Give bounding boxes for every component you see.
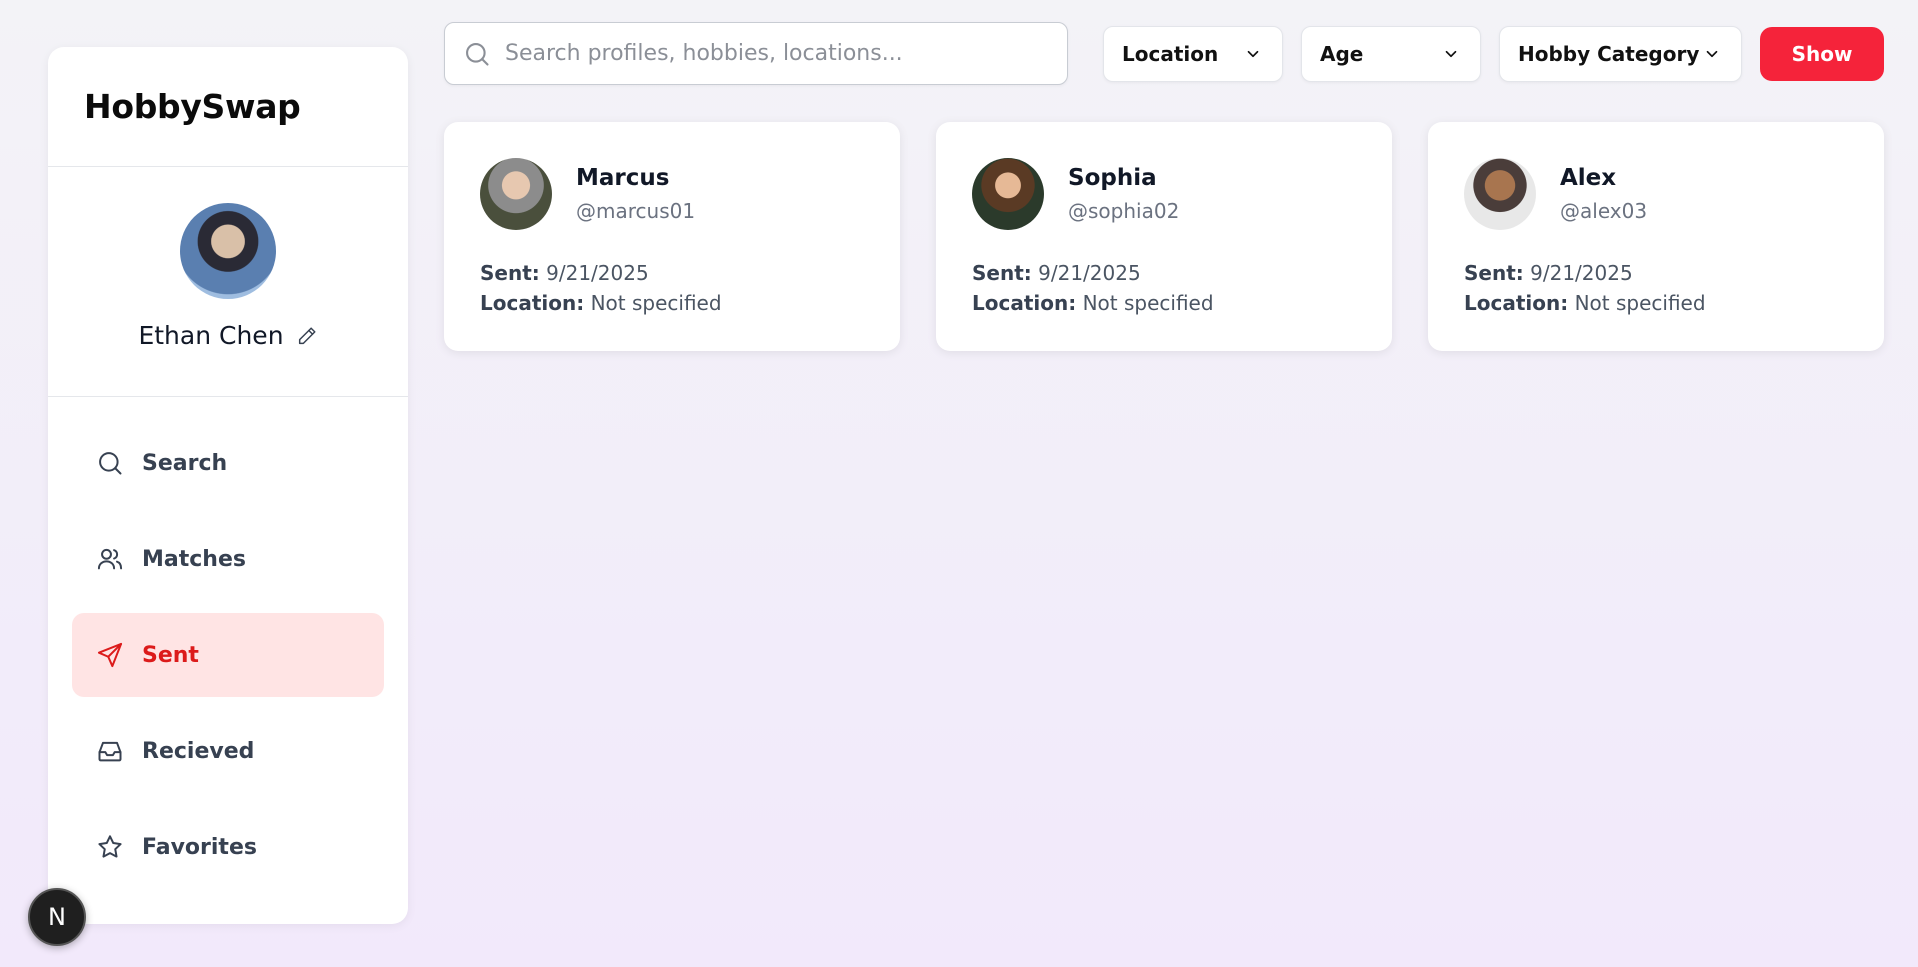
search-icon: [463, 40, 491, 68]
star-icon: [96, 833, 124, 861]
location-row: Location: Not specified: [1464, 288, 1848, 318]
chevron-down-icon: [1703, 45, 1721, 63]
dev-badge[interactable]: N: [28, 888, 86, 946]
card-header: Alex @alex03: [1464, 158, 1848, 230]
location-row: Location: Not specified: [480, 288, 864, 318]
profile-card-sophia[interactable]: Sophia @sophia02 Sent: 9/21/2025 Locatio…: [936, 122, 1392, 351]
card-name: Sophia: [1068, 165, 1157, 191]
location-row: Location: Not specified: [972, 288, 1356, 318]
sent-row: Sent: 9/21/2025: [972, 258, 1356, 288]
sidebar-item-search[interactable]: Search: [72, 421, 384, 505]
card-identity: Alex @alex03: [1560, 165, 1647, 223]
avatar: [480, 158, 552, 230]
profile-name: Ethan Chen: [138, 321, 284, 350]
sidebar-nav: Search Matches Sent Recieved Favorites: [48, 397, 408, 913]
pencil-icon[interactable]: [296, 325, 318, 347]
location-label: Location:: [1464, 291, 1569, 315]
sidebar-item-label: Search: [142, 450, 228, 476]
card-header: Sophia @sophia02: [972, 158, 1356, 230]
sidebar-item-label: Recieved: [142, 738, 255, 764]
sidebar-item-recieved[interactable]: Recieved: [72, 709, 384, 793]
card-identity: Marcus @marcus01: [576, 165, 695, 223]
inbox-icon: [96, 737, 124, 765]
avatar[interactable]: [180, 203, 276, 299]
search-input[interactable]: [505, 41, 1045, 66]
brand-logo[interactable]: HobbySwap: [48, 47, 408, 167]
sent-date: 9/21/2025: [546, 261, 649, 285]
card-name: Alex: [1560, 165, 1617, 191]
sent-row: Sent: 9/21/2025: [480, 258, 864, 288]
hobby-category-filter-label: Hobby Category: [1518, 42, 1700, 66]
card-handle: @marcus01: [576, 199, 696, 223]
chevron-down-icon: [1244, 45, 1262, 63]
location-filter-label: Location: [1122, 42, 1219, 66]
send-icon: [96, 641, 124, 669]
avatar: [1464, 158, 1536, 230]
age-filter-label: Age: [1320, 42, 1364, 66]
profile-name-row: Ethan Chen: [138, 321, 317, 350]
card-header: Marcus @marcus01: [480, 158, 864, 230]
card-info: Sent: 9/21/2025 Location: Not specified: [1464, 258, 1848, 318]
search-bar[interactable]: [444, 22, 1068, 85]
profile-card-marcus[interactable]: Marcus @marcus01 Sent: 9/21/2025 Locatio…: [444, 122, 900, 351]
location-value: Not specified: [1574, 291, 1706, 315]
profile-section: Ethan Chen: [48, 167, 408, 397]
card-info: Sent: 9/21/2025 Location: Not specified: [972, 258, 1356, 318]
sent-date: 9/21/2025: [1530, 261, 1633, 285]
sidebar-item-label: Matches: [142, 546, 246, 572]
location-value: Not specified: [1082, 291, 1214, 315]
card-info: Sent: 9/21/2025 Location: Not specified: [480, 258, 864, 318]
sidebar-item-label: Favorites: [142, 834, 257, 860]
show-button[interactable]: Show: [1760, 27, 1884, 81]
sidebar: HobbySwap Ethan Chen Search Matches Sent…: [48, 47, 408, 924]
sent-label: Sent:: [1464, 261, 1524, 285]
sent-label: Sent:: [972, 261, 1032, 285]
card-handle: @sophia02: [1068, 199, 1180, 223]
location-label: Location:: [480, 291, 585, 315]
sent-label: Sent:: [480, 261, 540, 285]
card-name: Marcus: [576, 165, 670, 191]
hobby-category-filter[interactable]: Hobby Category: [1499, 26, 1742, 82]
chevron-down-icon: [1442, 45, 1460, 63]
sidebar-item-label: Sent: [142, 642, 199, 668]
users-icon: [96, 545, 124, 573]
sidebar-item-favorites[interactable]: Favorites: [72, 805, 384, 889]
location-label: Location:: [972, 291, 1077, 315]
card-handle: @alex03: [1560, 199, 1648, 223]
age-filter[interactable]: Age: [1301, 26, 1481, 82]
avatar: [972, 158, 1044, 230]
card-identity: Sophia @sophia02: [1068, 165, 1179, 223]
sidebar-item-matches[interactable]: Matches: [72, 517, 384, 601]
profile-card-alex[interactable]: Alex @alex03 Sent: 9/21/2025 Location: N…: [1428, 122, 1884, 351]
search-icon: [96, 449, 124, 477]
location-filter[interactable]: Location: [1103, 26, 1283, 82]
app-root: HobbySwap Ethan Chen Search Matches Sent…: [0, 0, 1918, 967]
sent-date: 9/21/2025: [1038, 261, 1141, 285]
sent-row: Sent: 9/21/2025: [1464, 258, 1848, 288]
location-value: Not specified: [590, 291, 722, 315]
sidebar-item-sent[interactable]: Sent: [72, 613, 384, 697]
